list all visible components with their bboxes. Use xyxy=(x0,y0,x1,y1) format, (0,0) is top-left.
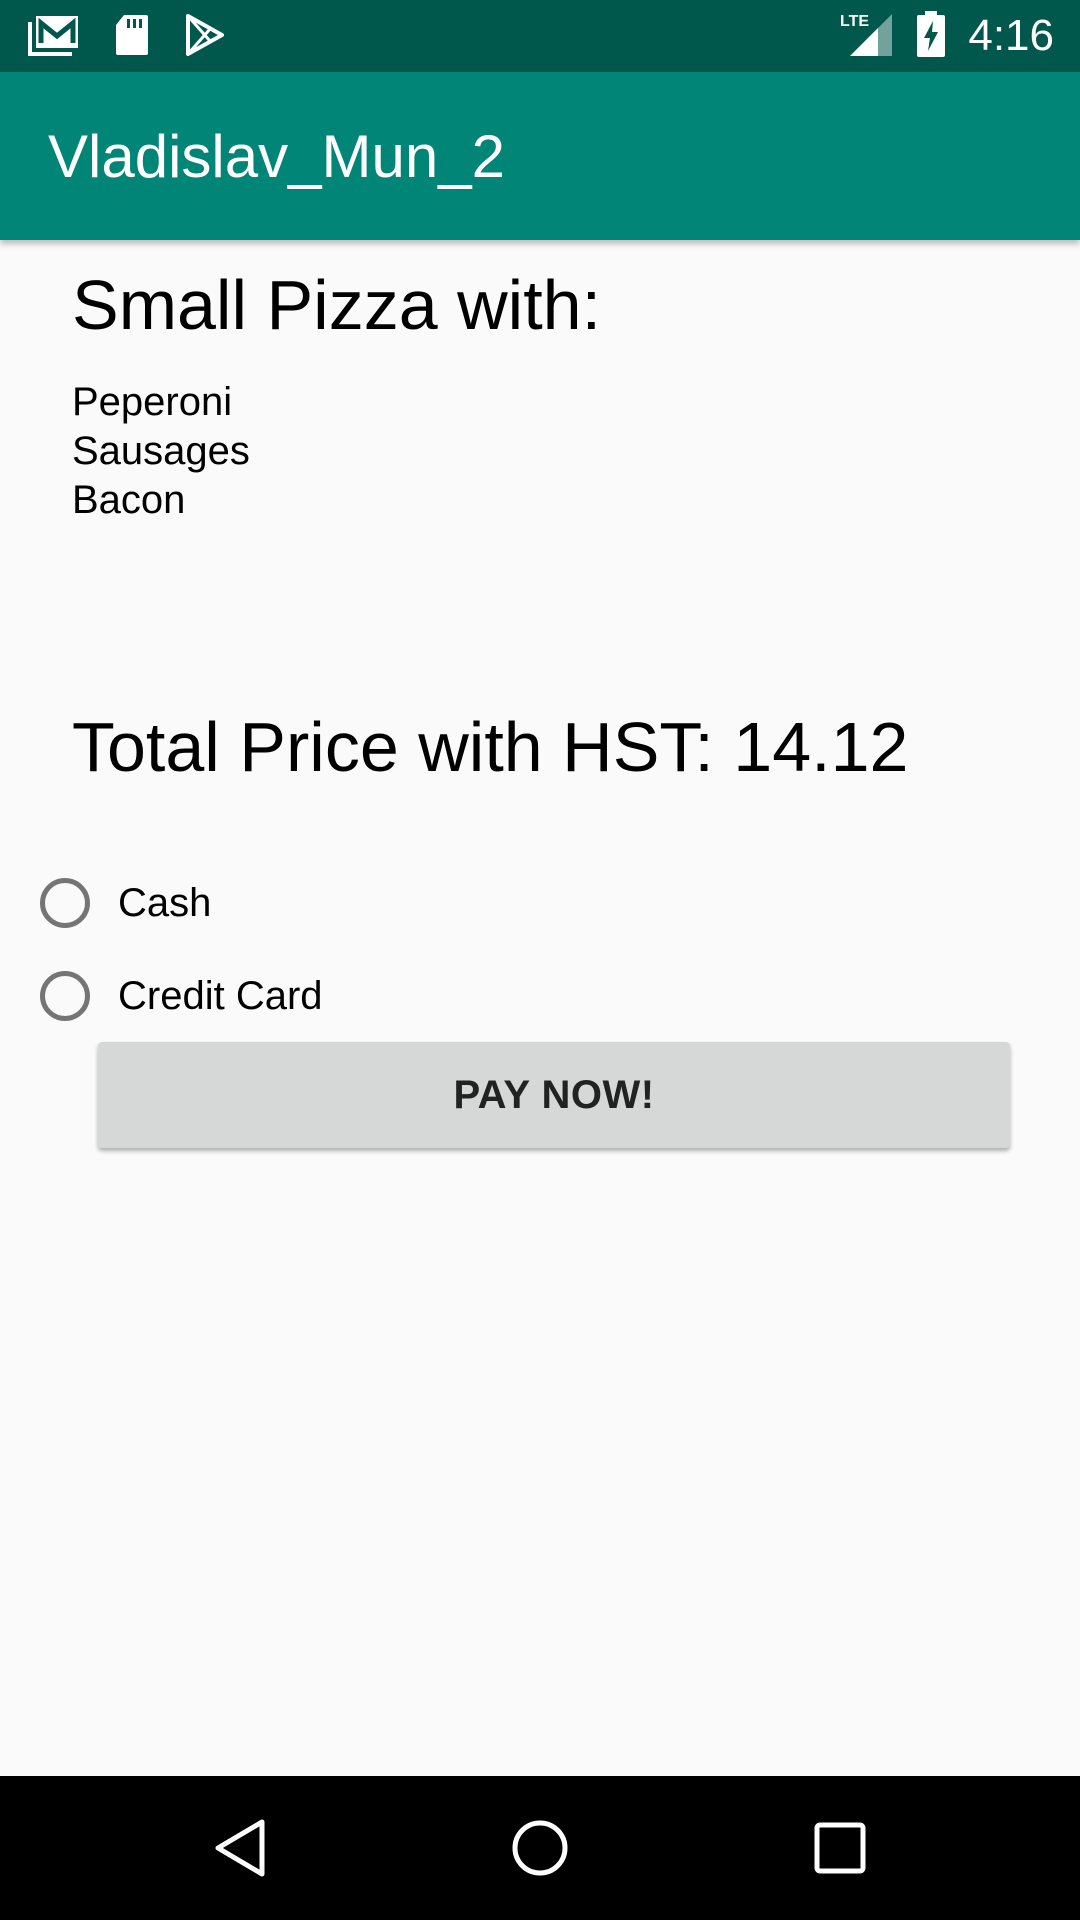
radio-label-credit-card: Credit Card xyxy=(118,973,323,1018)
topping-item: Peperoni xyxy=(72,380,233,424)
radio-label-cash: Cash xyxy=(118,880,212,925)
home-icon[interactable] xyxy=(508,1816,572,1880)
navigation-bar xyxy=(0,1776,1080,1920)
total-price: Total Price with HST: 14.12 xyxy=(72,708,909,786)
status-clock: 4:16 xyxy=(968,11,1054,60)
lte-signal-icon: LTE xyxy=(838,10,894,63)
topping-item: Sausages xyxy=(72,429,250,473)
sd-card-icon xyxy=(114,13,150,62)
pay-now-button[interactable]: PAY NOW! xyxy=(98,1042,1010,1148)
order-summary: Small Pizza with: Peperoni Sausages Baco… xyxy=(0,240,1080,1776)
payment-option-cash[interactable]: Cash xyxy=(40,863,211,943)
order-heading: Small Pizza with: xyxy=(72,266,602,344)
app-title: Vladislav_Mun_2 xyxy=(48,123,505,190)
status-bar: LTE 4:16 xyxy=(0,0,1080,72)
payment-option-credit-card[interactable]: Credit Card xyxy=(40,956,323,1036)
gmail-icon xyxy=(28,14,80,61)
radio-button-credit-card[interactable] xyxy=(40,971,90,1021)
toppings-list: Peperoni Sausages Bacon xyxy=(72,378,250,525)
battery-charging-icon xyxy=(916,10,946,63)
app-bar: Vladislav_Mun_2 xyxy=(0,72,1080,240)
topping-item: Bacon xyxy=(72,478,186,522)
play-store-icon xyxy=(184,13,226,62)
back-icon[interactable] xyxy=(208,1816,272,1880)
radio-button-cash[interactable] xyxy=(40,878,90,928)
system-status-icons: LTE 4:16 xyxy=(838,10,1054,62)
recents-icon[interactable] xyxy=(808,1816,872,1880)
network-type-label: LTE xyxy=(840,13,869,30)
notification-icons xyxy=(28,13,226,62)
